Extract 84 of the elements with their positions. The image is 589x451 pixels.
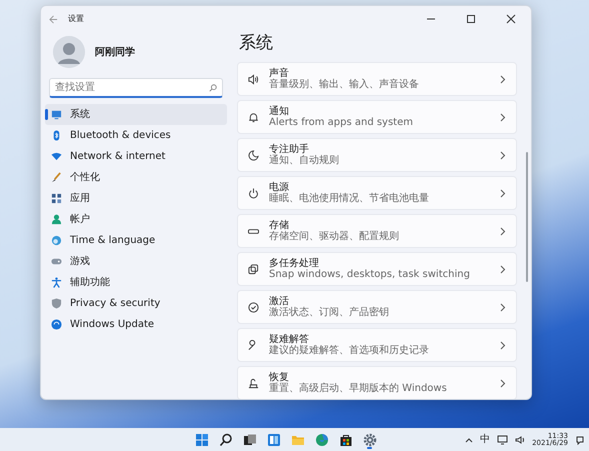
chevron-right-icon: [499, 226, 506, 236]
settings-row[interactable]: 多任务处理 Snap windows, desktops, task switching: [237, 252, 517, 286]
chevron-up-icon[interactable]: [465, 436, 474, 442]
speaker-icon: [248, 74, 259, 84]
row-title: 恢复: [269, 372, 290, 382]
sidebar-item[interactable]: 辅助功能: [45, 272, 227, 293]
settings-row[interactable]: 激活 激活状态、订阅、产品密钥: [237, 290, 517, 324]
sidebar-item[interactable]: 应用: [45, 188, 227, 209]
settings-row[interactable]: 疑难解答 建议的疑难解答、首选项和历史记录: [237, 328, 517, 362]
search-field[interactable]: 查找设置: [49, 78, 223, 98]
chevron-right-icon: [499, 188, 506, 198]
row-description: Alerts from apps and system: [269, 117, 414, 128]
row-description: 激活状态、订阅、产品密钥: [269, 307, 390, 318]
start-icon[interactable]: [194, 432, 208, 446]
sidebar-item[interactable]: Bluetooth & devices: [45, 125, 227, 146]
input-method-indicator[interactable]: 中: [480, 432, 490, 447]
row-title: 声音: [269, 68, 290, 78]
gear-icon[interactable]: [362, 432, 376, 446]
chevron-right-icon: [499, 302, 506, 312]
back-icon[interactable]: [49, 14, 58, 24]
row-title: 专注助手: [269, 144, 310, 154]
row-description: 音量级别、输出、输入、声音设备: [269, 79, 420, 90]
row-title: 存储: [269, 220, 290, 230]
row-title: 通知: [269, 106, 290, 117]
search-icon[interactable]: [218, 432, 232, 446]
store-icon[interactable]: [338, 432, 352, 446]
sidebar-item[interactable]: 游戏: [45, 251, 227, 272]
sidebar-item[interactable]: Network & internet: [45, 146, 227, 167]
row-title: 多任务处理: [269, 258, 320, 269]
settings-row[interactable]: 电源 睡眠、电池使用情况、节省电池电量: [237, 176, 517, 210]
settings-row[interactable]: 声音 音量级别、输出、输入、声音设备: [237, 62, 517, 96]
settings-row[interactable]: 专注助手 通知、自动规则: [237, 138, 517, 172]
task-view-icon[interactable]: [242, 432, 256, 446]
bluetooth-icon: [51, 130, 62, 141]
accessibility-icon: [51, 277, 62, 288]
settings-row[interactable]: 存储 存储空间、驱动器、配置规则: [237, 214, 517, 248]
row-title: 激活: [269, 296, 290, 306]
sidebar-item[interactable]: 个性化: [45, 167, 227, 188]
bell-icon: [248, 112, 259, 122]
row-title: 电源: [269, 182, 290, 192]
moon-icon: [248, 150, 259, 160]
window-title: 设置: [68, 13, 84, 25]
row-description: 通知、自动规则: [269, 155, 340, 166]
check-circle-icon: [248, 302, 259, 312]
page-title: 系统: [239, 35, 274, 52]
row-description: 建议的疑难解答、首选项和历史记录: [269, 345, 430, 356]
chevron-right-icon: [499, 74, 506, 84]
user-name: 阿刚同学: [95, 46, 135, 60]
chevron-right-icon: [499, 150, 506, 160]
browser-icon[interactable]: [314, 432, 328, 446]
sidebar-item[interactable]: Windows Update: [45, 314, 227, 335]
brush-icon: [51, 172, 62, 183]
monitor-icon[interactable]: [497, 434, 508, 444]
wifi-icon: [51, 151, 62, 162]
notification-icon[interactable]: [575, 434, 585, 444]
apps-grid-icon: [51, 193, 62, 204]
sidebar-item[interactable]: Time & language: [45, 230, 227, 251]
search-icon: [209, 84, 217, 92]
row-description: Snap windows, desktops, task switching: [269, 269, 471, 280]
row-title: 疑难解答: [269, 334, 310, 344]
speaker-icon[interactable]: [515, 434, 526, 444]
sidebar-item[interactable]: 帐户: [45, 209, 227, 230]
shield-icon: [51, 298, 62, 309]
chevron-right-icon: [499, 378, 506, 388]
chevron-right-icon: [499, 112, 506, 122]
row-description: 存储空间、驱动器、配置规则: [269, 231, 400, 242]
chevron-right-icon: [499, 340, 506, 350]
scrollbar[interactable]: [526, 152, 528, 282]
overlapping-windows-icon: [248, 264, 259, 274]
settings-row[interactable]: 恢复 重置、高级启动、早期版本的 Windows: [237, 366, 517, 399]
row-description: 睡眠、电池使用情况、节省电池电量: [269, 193, 430, 204]
monitor-icon: [51, 109, 62, 120]
sidebar-item[interactable]: 系统: [45, 104, 227, 125]
globe-icon: [51, 235, 62, 246]
power-icon: [248, 188, 259, 198]
settings-row[interactable]: 通知 Alerts from apps and system: [237, 100, 517, 134]
update-icon: [51, 319, 62, 330]
person-icon: [51, 214, 62, 225]
chevron-right-icon: [499, 264, 506, 274]
row-description: 重置、高级启动、早期版本的 Windows: [269, 383, 448, 394]
sidebar-item[interactable]: Privacy & security: [45, 293, 227, 314]
running-indicator: [367, 447, 372, 449]
gamepad-icon: [51, 256, 62, 267]
widgets-icon[interactable]: [266, 432, 280, 446]
